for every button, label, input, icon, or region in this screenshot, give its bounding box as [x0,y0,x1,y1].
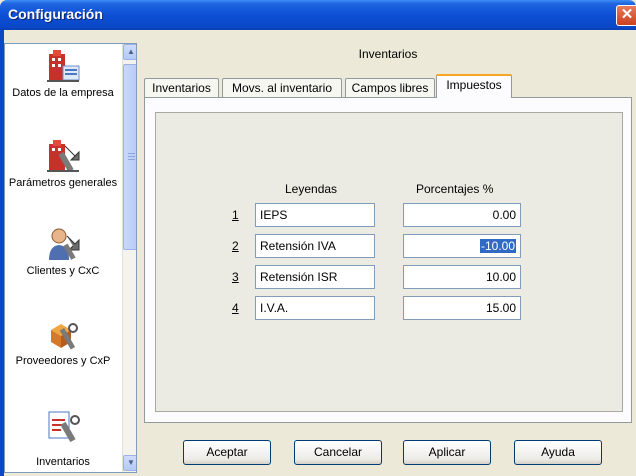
sidebar: Datos de la empresa Parámetros generales [4,43,137,473]
chevron-up-icon: ▲ [127,47,135,56]
row-number: 4 [232,301,239,315]
sidebar-item-label: Parámetros generales [8,177,118,189]
building-icon [45,48,81,84]
leyenda-field-2[interactable]: Retensión IVA [255,234,375,258]
tab-panel-impuestos [144,97,632,423]
person-wrench-icon [45,226,81,262]
leyenda-field-3[interactable]: Retensión ISR [255,265,375,289]
porcentaje-field-4[interactable]: 15.00 [403,296,521,320]
porcentaje-field-1[interactable]: 0.00 [403,203,521,227]
porcentaje-field-3[interactable]: 10.00 [403,265,521,289]
content-header: Inventarios [358,47,418,61]
tab-campos-libres[interactable]: Campos libres [345,78,435,98]
selected-text: -10.00 [479,239,516,253]
sidebar-item-label: Clientes y CxC [26,265,100,277]
aplicar-button[interactable]: Aplicar [403,440,491,465]
close-button[interactable]: ✕ [616,5,636,26]
title-bar[interactable]: Configuración ✕ [0,0,636,30]
aceptar-button[interactable]: Aceptar [183,440,271,465]
sidebar-scrollbar[interactable]: ▲ ▼ [122,44,136,472]
column-header-porcentajes: Porcentajes % [416,182,494,196]
cancelar-button[interactable]: Cancelar [294,440,382,465]
ayuda-button[interactable]: Ayuda [514,440,602,465]
scroll-down-button[interactable]: ▼ [123,455,136,471]
tab-impuestos[interactable]: Impuestos [436,74,512,98]
impuestos-group [155,112,623,412]
building-wrench-icon [45,138,81,174]
row-number: 3 [232,270,239,284]
sidebar-item-clientes-cxc[interactable]: Clientes y CxC [5,226,121,278]
row-number: 2 [232,239,239,253]
close-icon: ✕ [620,6,634,23]
tab-movs-inventario[interactable]: Movs. al inventario [222,78,342,98]
row-number: 1 [232,208,239,222]
chevron-down-icon: ▼ [127,458,135,467]
sidebar-item-label: Proveedores y CxP [15,355,111,367]
sidebar-item-proveedores-cxp[interactable]: Proveedores y CxP [5,316,121,368]
sidebar-item-parametros-generales[interactable]: Parámetros generales [5,138,121,190]
sidebar-item-inventarios[interactable]: Inventarios [5,408,121,469]
clipboard-wrench-icon [45,408,81,444]
leyenda-field-1[interactable]: IEPS [255,203,375,227]
window-title: Configuración [8,6,103,22]
porcentaje-field-2[interactable]: -10.00 [403,234,521,258]
tab-inventarios[interactable]: Inventarios [144,78,219,98]
sidebar-item-datos-empresa[interactable]: Datos de la empresa [5,48,121,100]
leyenda-field-4[interactable]: I.V.A. [255,296,375,320]
box-wrench-icon [45,316,81,352]
sidebar-item-label: Inventarios [36,456,90,468]
scroll-up-button[interactable]: ▲ [123,44,136,60]
scroll-thumb[interactable] [123,64,136,250]
sidebar-item-label: Datos de la empresa [12,87,114,99]
column-header-leyendas: Leyendas [285,182,338,196]
